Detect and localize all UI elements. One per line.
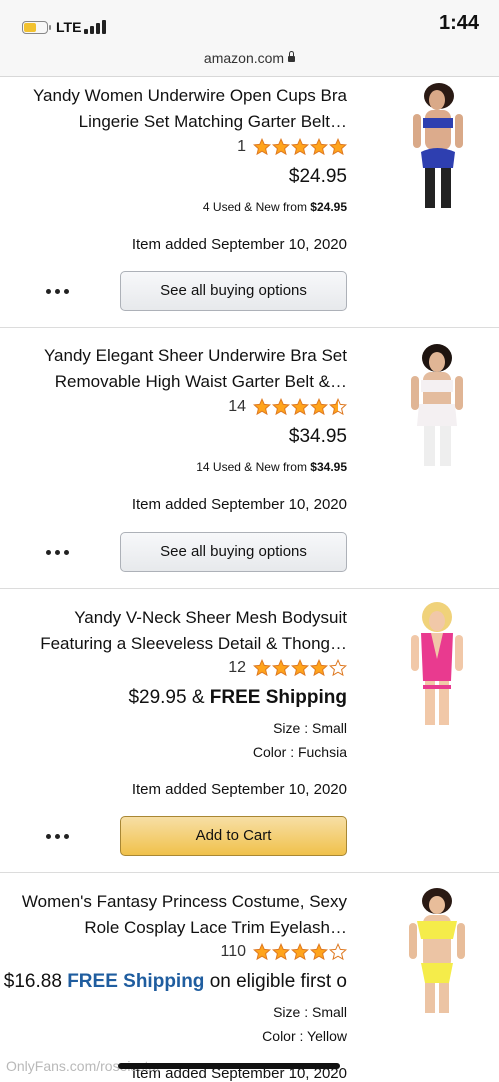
star-filled-icon bbox=[291, 943, 309, 961]
product-image[interactable] bbox=[395, 601, 479, 727]
star-filled-icon bbox=[329, 138, 347, 156]
price: $34.95 bbox=[288, 426, 347, 447]
list-item: Yandy Women Underwire Open Cups Bra Ling… bbox=[0, 77, 499, 328]
rating-count: 14 bbox=[228, 398, 246, 415]
star-empty-icon bbox=[329, 943, 347, 961]
star-filled-icon bbox=[272, 398, 290, 416]
rating-stars bbox=[252, 138, 347, 156]
rating[interactable]: 14 bbox=[228, 396, 347, 418]
size-label: Size : Small bbox=[273, 720, 347, 736]
home-indicator[interactable] bbox=[118, 1063, 340, 1069]
date-added: Item added September 10, 2020 bbox=[131, 496, 347, 513]
offers-text: 4 Used & New from bbox=[202, 200, 311, 214]
product-title[interactable]: Yandy Women Underwire Open Cups Bra Ling… bbox=[20, 83, 347, 135]
status-bar: LTE 1:44 amazon.com bbox=[0, 0, 499, 77]
rating[interactable]: 1 bbox=[237, 136, 347, 158]
star-empty-icon bbox=[329, 659, 347, 677]
offers-price: $24.95 bbox=[310, 200, 347, 214]
offers-link[interactable]: 4 Used & New from $24.95 bbox=[203, 200, 347, 214]
star-filled-icon bbox=[291, 659, 309, 677]
rating-stars bbox=[252, 659, 347, 677]
rating-stars bbox=[252, 943, 347, 961]
rating-count: 1 bbox=[237, 138, 246, 155]
star-filled-icon bbox=[310, 943, 328, 961]
shipping-label: FREE Shipping bbox=[67, 971, 205, 992]
star-filled-icon bbox=[310, 659, 328, 677]
rating-count: 12 bbox=[228, 659, 246, 676]
star-filled-icon bbox=[291, 398, 309, 416]
star-filled-icon bbox=[272, 659, 290, 677]
add-to-cart-button[interactable]: Add to Cart bbox=[120, 816, 347, 856]
more-options-icon[interactable] bbox=[46, 286, 72, 296]
price-with-shipping: $16.88 FREE Shipping on eligible first o bbox=[4, 971, 347, 993]
price: $24.95 bbox=[288, 166, 347, 187]
product-image[interactable] bbox=[395, 82, 479, 208]
see-all-buying-options-button[interactable]: See all buying options bbox=[120, 532, 347, 572]
clock: 1:44 bbox=[438, 12, 479, 34]
star-filled-icon bbox=[272, 943, 290, 961]
product-title[interactable]: Yandy V-Neck Sheer Mesh Bodysuit Featuri… bbox=[20, 605, 347, 657]
price: $16.88 bbox=[4, 971, 68, 992]
star-filled-icon bbox=[253, 398, 271, 416]
rating-count: 110 bbox=[220, 943, 246, 960]
more-options-icon[interactable] bbox=[46, 547, 72, 557]
address-bar[interactable]: amazon.com bbox=[0, 50, 499, 66]
star-filled-icon bbox=[272, 138, 290, 156]
list-item: Yandy Elegant Sheer Underwire Bra Set Re… bbox=[0, 328, 499, 589]
date-added: Item added September 10, 2020 bbox=[131, 236, 347, 253]
see-all-buying-options-button[interactable]: See all buying options bbox=[120, 271, 347, 311]
color-label: Color : Fuchsia bbox=[252, 744, 347, 760]
list-item: Women's Fantasy Princess Costume, Sexy R… bbox=[0, 873, 499, 1082]
rating[interactable]: 110 bbox=[220, 941, 347, 963]
star-filled-icon bbox=[253, 943, 271, 961]
star-filled-icon bbox=[310, 398, 328, 416]
offers-price: $34.95 bbox=[310, 460, 347, 474]
shipping-label: FREE Shipping bbox=[209, 687, 347, 708]
list-item: Yandy V-Neck Sheer Mesh Bodysuit Featuri… bbox=[0, 589, 499, 873]
network-label: LTE bbox=[56, 19, 82, 35]
star-filled-icon bbox=[253, 138, 271, 156]
price: $29.95 & bbox=[128, 687, 210, 708]
size-label: Size : Small bbox=[273, 1004, 347, 1020]
offers-text: 14 Used & New from bbox=[196, 460, 311, 474]
url-text: amazon.com bbox=[203, 50, 285, 66]
color-label: Color : Yellow bbox=[262, 1028, 347, 1044]
price-with-shipping: $29.95 & FREE Shipping bbox=[128, 687, 347, 709]
product-image[interactable] bbox=[395, 342, 479, 468]
star-filled-icon bbox=[253, 659, 271, 677]
signal-bars-icon bbox=[84, 20, 106, 34]
rating-stars bbox=[252, 398, 347, 416]
product-image[interactable] bbox=[395, 887, 479, 1013]
star-half-icon bbox=[329, 398, 347, 416]
shipping-suffix: on eligible first o bbox=[204, 971, 347, 992]
star-filled-icon bbox=[310, 138, 328, 156]
rating[interactable]: 12 bbox=[228, 657, 347, 679]
more-options-icon[interactable] bbox=[46, 831, 72, 841]
date-added: Item added September 10, 2020 bbox=[131, 781, 347, 798]
product-title[interactable]: Yandy Elegant Sheer Underwire Bra Set Re… bbox=[20, 343, 347, 395]
product-title[interactable]: Women's Fantasy Princess Costume, Sexy R… bbox=[20, 889, 347, 941]
battery-icon bbox=[22, 21, 51, 34]
lock-icon bbox=[288, 51, 296, 62]
star-filled-icon bbox=[291, 138, 309, 156]
offers-link[interactable]: 14 Used & New from $34.95 bbox=[196, 460, 347, 474]
